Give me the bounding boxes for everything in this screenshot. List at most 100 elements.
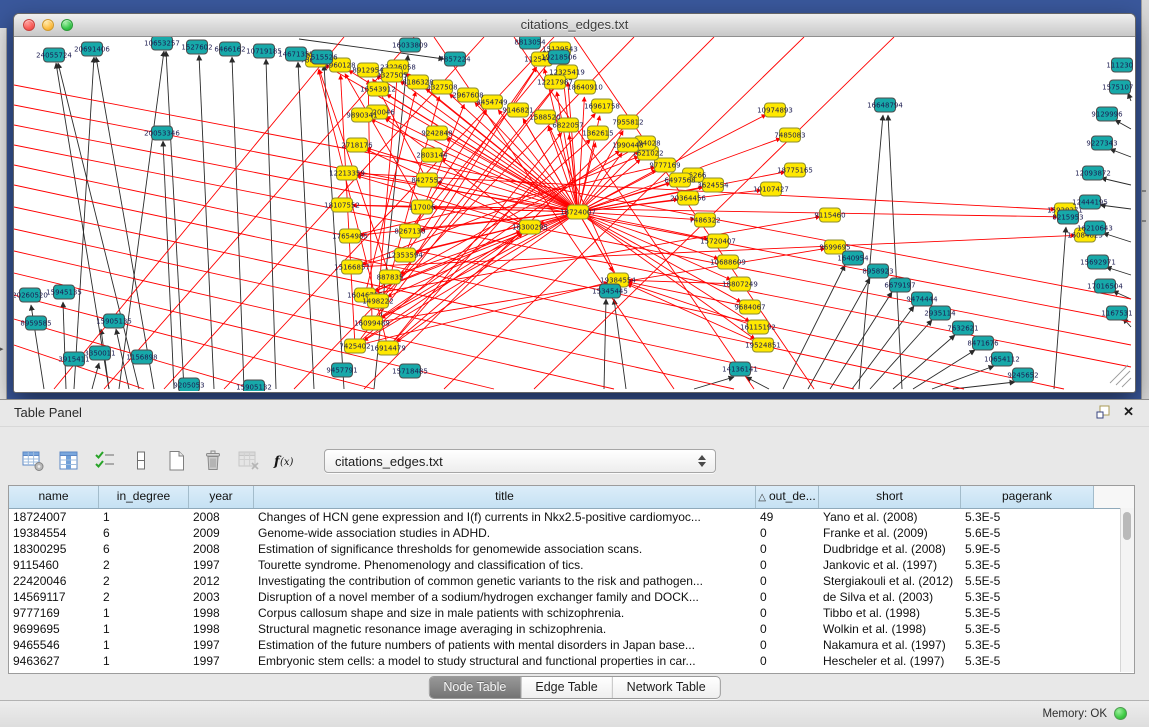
create-new-table-button[interactable] xyxy=(164,449,190,473)
graph-node[interactable]: 7425402 xyxy=(339,339,370,353)
graph-node[interactable]: 16543912 xyxy=(360,82,396,96)
graph-node[interactable]: 15945135 xyxy=(46,285,82,299)
graph-node[interactable]: 2718176 xyxy=(341,138,373,152)
scrollbar-thumb[interactable] xyxy=(1123,512,1131,540)
graph-node[interactable]: 12093872 xyxy=(1075,166,1111,180)
graph-node[interactable]: 12353594 xyxy=(387,248,423,262)
graph-node[interactable]: 15905135 xyxy=(96,314,132,328)
graph-node-label: 1527602 xyxy=(181,43,212,51)
column-header-pagerank[interactable]: pagerank xyxy=(961,486,1094,508)
column-header-out_de[interactable]: △out_de... xyxy=(756,486,819,508)
delete-table-button[interactable] xyxy=(200,449,226,473)
table-row[interactable]: 1872400712008Changes of HCN gene express… xyxy=(9,509,1134,525)
close-panel-icon[interactable]: ✕ xyxy=(1123,404,1134,420)
graph-node[interactable]: 18107552 xyxy=(324,198,360,212)
graph-node[interactable]: 8958923 xyxy=(862,264,893,278)
graph-node[interactable]: 117006 xyxy=(409,200,436,214)
table-row[interactable]: 2242004622012Investigating the contribut… xyxy=(9,573,1134,589)
graph-node[interactable]: 8471676 xyxy=(967,336,999,350)
graph-node[interactable]: 7955812 xyxy=(612,115,643,129)
select-all-rows-button[interactable] xyxy=(92,449,118,473)
graph-node[interactable]: 10654112 xyxy=(984,352,1020,366)
graph-node[interactable]: 6466162 xyxy=(214,42,245,56)
graph-node[interactable]: 15905132 xyxy=(236,380,272,391)
column-header-name[interactable]: name xyxy=(9,486,99,508)
graph-node-label: 1156898 xyxy=(126,353,157,361)
table-cell: 0 xyxy=(756,525,819,541)
graph-node[interactable]: 2935114 xyxy=(924,306,956,320)
table-row[interactable]: 946554611997Estimation of the future num… xyxy=(9,637,1134,653)
graph-node[interactable]: 9457791 xyxy=(326,363,357,377)
graph-node[interactable]: 9115460 xyxy=(814,208,845,222)
graph-node[interactable]: 20691406 xyxy=(74,42,110,56)
graph-node[interactable]: 20053346 xyxy=(144,126,180,140)
show-columns-button[interactable] xyxy=(56,449,82,473)
table-cell: 0 xyxy=(756,621,819,637)
network-canvas[interactable]: 1872400719384554183002951068860915720407… xyxy=(14,37,1133,391)
table-row[interactable]: 946362711997Embryonic stem cells: a mode… xyxy=(9,653,1134,669)
table-row[interactable]: 969969511998Structural magnetic resonanc… xyxy=(9,621,1134,637)
graph-node[interactable]: 16961758 xyxy=(584,99,620,113)
graph-node[interactable]: 1167531 xyxy=(1101,306,1132,320)
vertical-scrollbar[interactable] xyxy=(1120,508,1134,672)
row-options-button[interactable] xyxy=(128,449,154,473)
graph-node[interactable]: 15692971 xyxy=(1080,255,1116,269)
column-header-in_degree[interactable]: in_degree xyxy=(99,486,189,508)
graph-node[interactable]: 18807249 xyxy=(722,277,758,291)
graph-node[interactable]: 10974893 xyxy=(757,103,793,117)
table-row[interactable]: 1456911722003Disruption of a novel membe… xyxy=(9,589,1134,605)
minimize-window-button[interactable] xyxy=(42,19,54,31)
graph-node[interactable]: 1362615 xyxy=(582,126,613,140)
graph-node[interactable]: 17016504 xyxy=(1087,279,1123,293)
graph-node[interactable]: 9245652 xyxy=(1007,368,1038,382)
graph-node[interactable]: 6679197 xyxy=(884,278,915,292)
graph-node-label: 1362615 xyxy=(582,129,613,137)
close-window-button[interactable] xyxy=(23,19,35,31)
graph-node[interactable]: 7857224 xyxy=(439,52,471,66)
graph-node[interactable]: 12213359 xyxy=(329,166,365,180)
table-settings-button[interactable] xyxy=(20,449,46,473)
table-selector-dropdown[interactable]: citations_edges.txt xyxy=(324,449,716,473)
graph-node[interactable]: 1640954 xyxy=(837,251,869,265)
graph-node[interactable]: 1112304 xyxy=(1106,58,1133,72)
graph-node[interactable]: 14136141 xyxy=(722,362,758,376)
graph-node[interactable]: 7485083 xyxy=(774,128,805,142)
window-titlebar[interactable]: citations_edges.txt xyxy=(14,14,1135,37)
graph-node[interactable]: 10653257 xyxy=(144,37,180,50)
tab-node-table[interactable]: Node Table xyxy=(429,677,520,698)
graph-node[interactable]: 2803144 xyxy=(416,148,448,162)
table-row[interactable]: 1830029562008Estimation of significance … xyxy=(9,541,1134,557)
graph-node[interactable]: 15751074 xyxy=(1102,80,1133,94)
graph-node[interactable]: 20260520 xyxy=(14,288,48,302)
table-row[interactable]: 911546021997Tourette syndrome. Phenomeno… xyxy=(9,557,1134,573)
graph-node[interactable]: 1156898 xyxy=(126,350,157,364)
graph-node[interactable]: 16033809 xyxy=(392,38,428,52)
graph-node[interactable]: 9242848 xyxy=(421,126,452,140)
graph-node[interactable]: 8959585 xyxy=(20,316,51,330)
graph-node[interactable]: 9205053 xyxy=(173,378,204,391)
graph-node[interactable]: 10719185 xyxy=(246,44,282,58)
column-header-short[interactable]: short xyxy=(819,486,961,508)
column-header-title[interactable]: title xyxy=(254,486,756,508)
table-row[interactable]: 1938455462009Genome-wide association stu… xyxy=(9,525,1134,541)
function-builder-button[interactable]: f (x) xyxy=(272,449,298,473)
float-panel-button[interactable] xyxy=(1096,405,1111,424)
graph-node[interactable]: 9129996 xyxy=(1091,107,1123,121)
graph-node[interactable]: 9227343 xyxy=(1086,136,1117,150)
graph-node[interactable]: 19524851 xyxy=(745,338,781,352)
graph-node[interactable]: 9474444 xyxy=(906,292,938,306)
table-row[interactable]: 977716911998Corpus callosum shape and si… xyxy=(9,605,1134,621)
graph-node[interactable]: 7632621 xyxy=(947,321,978,335)
zoom-window-button[interactable] xyxy=(61,19,73,31)
graph-node[interactable]: 16115192 xyxy=(740,320,776,334)
graph-node[interactable]: 16648794 xyxy=(867,98,903,112)
tab-edge-table[interactable]: Edge Table xyxy=(520,677,611,698)
graph-node[interactable]: 887835 xyxy=(377,270,404,284)
graph-node[interactable]: 24055724 xyxy=(36,48,72,62)
graph-node[interactable]: 18775165 xyxy=(777,163,813,177)
panel-collapse-caret-icon[interactable]: ▸ xyxy=(0,346,4,353)
table-cell: Embryonic stem cells: a model to study s… xyxy=(254,653,756,669)
tab-network-table[interactable]: Network Table xyxy=(612,677,720,698)
graph-node[interactable]: 1527602 xyxy=(181,40,212,54)
column-header-year[interactable]: year xyxy=(189,486,254,508)
